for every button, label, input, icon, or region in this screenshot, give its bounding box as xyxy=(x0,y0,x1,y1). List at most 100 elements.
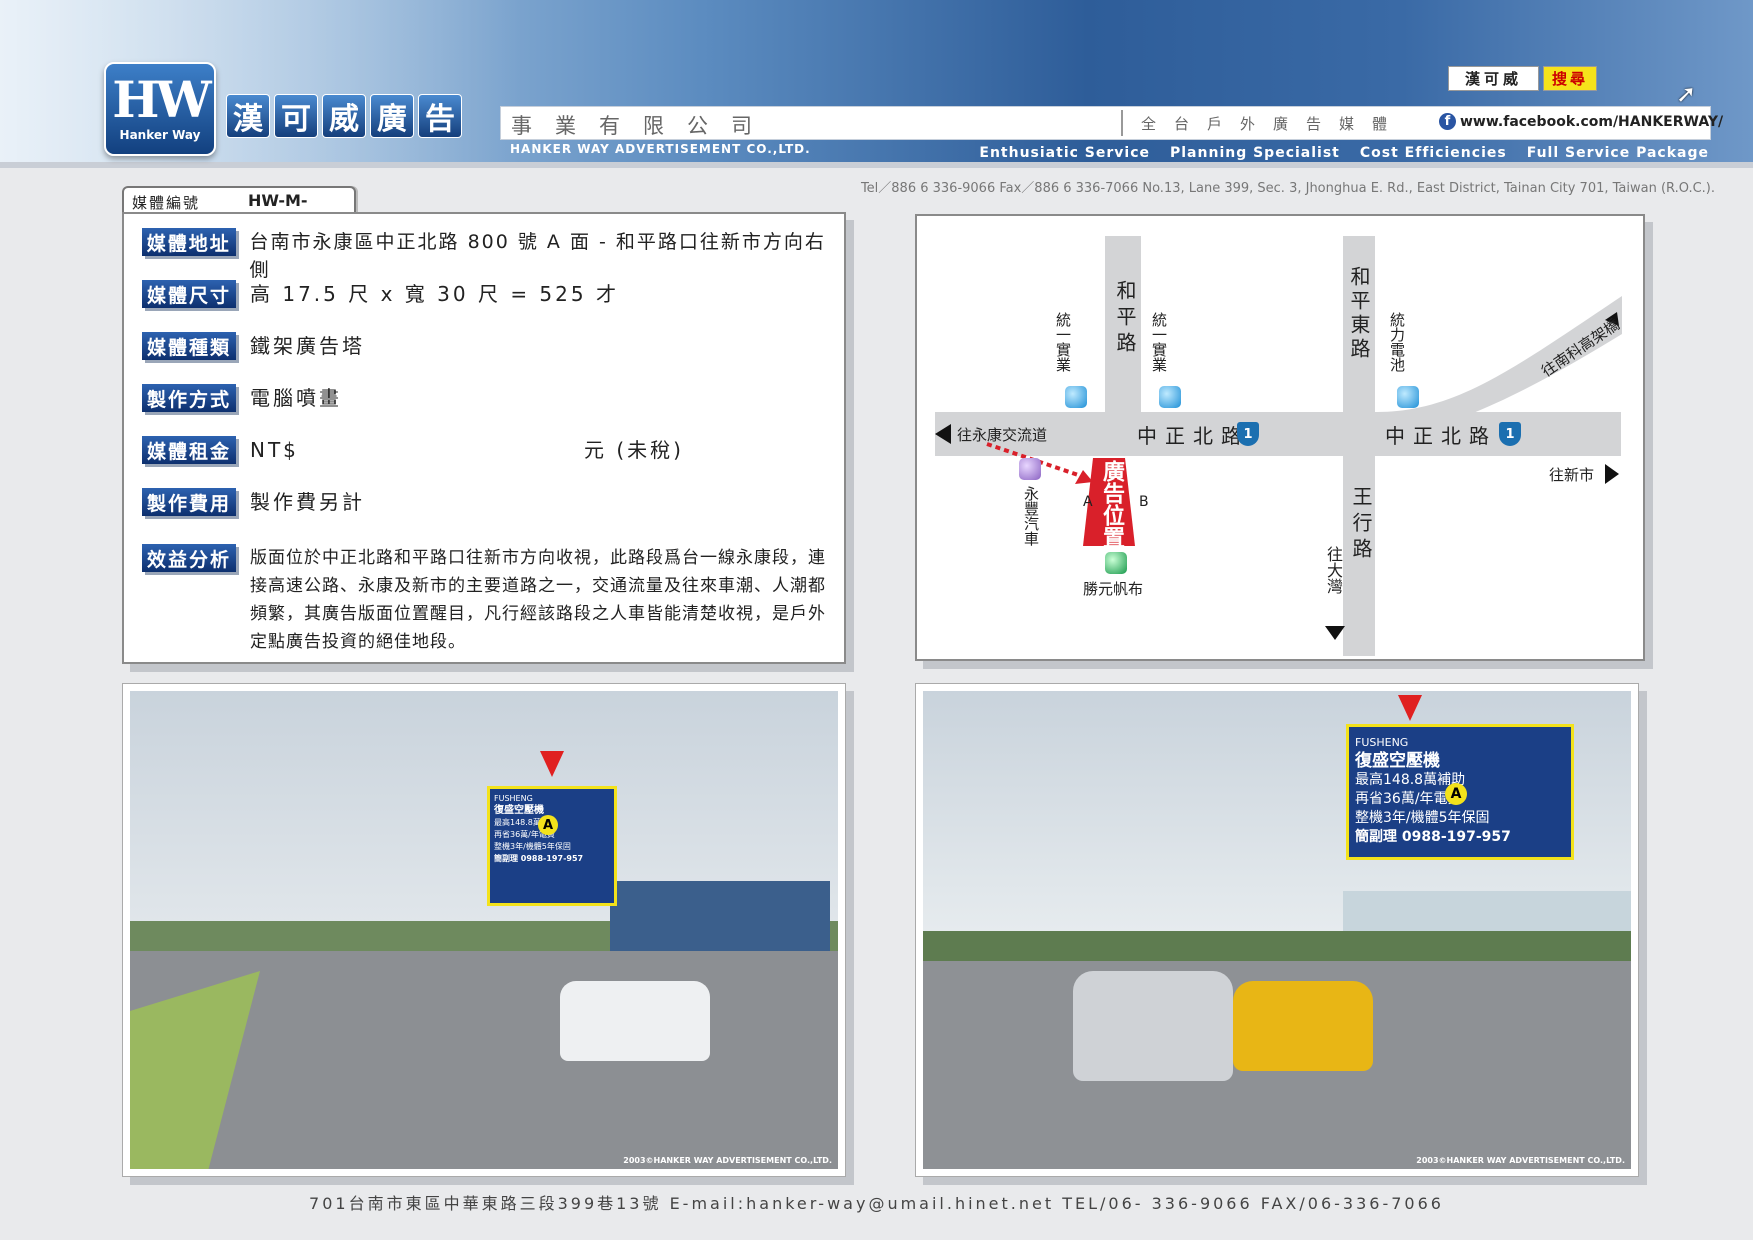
poi-tongyi-2: 統一實業 xyxy=(1150,312,1168,372)
arrow-down-icon xyxy=(540,751,564,777)
info-label: 製作費用 xyxy=(142,488,236,516)
photo-scene: FUSHENG 復盛空壓機 最高148.8萬補助 再省36萬/年電費 整機3年/… xyxy=(923,691,1631,1169)
info-label: 媒體尺寸 xyxy=(142,280,236,308)
info-row-production: 製作方式 電腦噴畫 xyxy=(142,384,342,412)
info-value: 高 17.5 尺 x 寬 30 尺 = 525 才 xyxy=(250,282,619,306)
info-value: 製作費另計 xyxy=(250,490,365,514)
info-label: 製作方式 xyxy=(142,384,236,412)
label-to-xinshi: 往新市 xyxy=(1549,466,1595,484)
info-row-analysis: 效益分析 版面位於中正北路和平路口往新市方向收視，此路段爲台一線永康段，連接高速… xyxy=(142,544,828,656)
info-label: 效益分析 xyxy=(142,544,236,572)
label-to-dawan: 往大灣 xyxy=(1324,546,1343,594)
header-highlight xyxy=(0,0,520,168)
info-label: 媒體地址 xyxy=(142,228,236,256)
label-wangxing-road: 王行路 xyxy=(1349,486,1373,564)
taxi xyxy=(1233,981,1373,1071)
billboard-brand: FUSHENG xyxy=(494,794,533,803)
cursor-icon: ➚ xyxy=(1676,80,1697,108)
media-id-tab: 媒體編號 HW-M-0107A xyxy=(122,186,356,229)
contact-line: Tel／886 6 336-9066 Fax／886 6 336-7066 No… xyxy=(860,181,1715,196)
site-photo-1[interactable]: FUSHENG 復盛空壓機 最高148.8萬補助 再省36萬/年電費 整機3年/… xyxy=(122,683,846,1177)
company-name-bar: 事業有限公司 全台戶外廣告媒體 f www.facebook.com/HANKE… xyxy=(500,106,1723,140)
rent-unit: 元 (未稅) xyxy=(584,438,684,462)
info-row-type: 媒體種類 鐵架廣告塔 xyxy=(142,332,365,360)
slogan: Cost Efficiencies xyxy=(1359,145,1507,161)
billboard-highlight: FUSHENG 復盛空壓機 最高148.8萬補助 再省36萬/年電費 整機3年/… xyxy=(487,786,617,906)
rent-currency: NT$ xyxy=(250,438,299,462)
media-id-label: 媒體編號 xyxy=(132,194,201,212)
facebook-link[interactable]: f www.facebook.com/HANKERWAY/ xyxy=(1439,113,1723,130)
info-label: 媒體種類 xyxy=(142,332,236,360)
billboard-phone: 簡副理 0988-197-957 xyxy=(1355,829,1511,845)
header-divider xyxy=(0,162,1753,168)
billboard-highlight: FUSHENG 復盛空壓機 最高148.8萬補助 再省36萬/年電費 整機3年/… xyxy=(1346,724,1574,860)
media-category: 全台戶外廣告媒體 xyxy=(1141,115,1406,133)
route-shield-icon: 1 xyxy=(1499,422,1521,446)
title-char: 告 xyxy=(418,94,462,138)
poi-battery: 統力電池 xyxy=(1388,312,1406,372)
info-row-address: 媒體地址 台南市永康區中正北路 800 號 A 面 - 和平路口往新市方向右側 xyxy=(142,228,844,284)
label-to-yongkang: 往永康交流道 xyxy=(957,426,1048,444)
slogan: Enthusiatic Service xyxy=(979,145,1150,161)
site-photo-2[interactable]: FUSHENG 復盛空壓機 最高148.8萬補助 再省36萬/年電費 整機3年/… xyxy=(915,683,1639,1177)
poi-yongfeng: 永豐汽車 xyxy=(1022,486,1040,546)
facebook-url: www.facebook.com/HANKERWAY/ xyxy=(1460,113,1724,130)
logo-subtext: Hanker Way xyxy=(119,128,201,142)
poi-marker-icon xyxy=(1105,552,1127,574)
billboard-line: 整機3年/機體5年保固 xyxy=(1355,810,1490,826)
label-heping-road: 和平路 xyxy=(1113,280,1137,358)
car xyxy=(1073,971,1233,1081)
face-a-label: A xyxy=(1083,494,1093,510)
arrow-down-icon xyxy=(1398,695,1422,721)
arrow-left-icon xyxy=(935,424,951,444)
photo-scene: FUSHENG 復盛空壓機 最高148.8萬補助 再省36萬/年電費 整機3年/… xyxy=(130,691,838,1169)
billboard-title: 復盛空壓機 xyxy=(1355,751,1440,771)
company-name-en: HANKER WAY ADVERTISEMENT CO.,LTD. xyxy=(510,142,811,156)
label-zhongzheng-2: 中正北路 xyxy=(1385,424,1497,448)
face-marker: A xyxy=(1445,783,1467,805)
billboard-line: 整機3年/機體5年保固 xyxy=(494,842,571,851)
header-search-group: 漢可威 搜尋 xyxy=(1447,66,1597,91)
info-value: 鐵架廣告塔 xyxy=(250,334,365,358)
arrow-down-icon xyxy=(1325,626,1345,640)
title-char: 可 xyxy=(274,94,318,138)
face-marker: A xyxy=(538,815,558,835)
billboard-phone: 簡副理 0988-197-957 xyxy=(494,854,584,863)
title-char: 漢 xyxy=(226,94,270,138)
arrow-right-icon xyxy=(1605,464,1619,484)
poi-shengyuan: 勝元帆布 xyxy=(1083,580,1144,598)
logo-text: HW xyxy=(112,70,211,129)
slogan: Full Service Package xyxy=(1526,145,1709,161)
info-value: 電腦噴畫 xyxy=(250,386,342,410)
bar-separator xyxy=(1121,110,1123,136)
company-title-cn: 漢 可 威 廣 告 xyxy=(226,94,462,138)
info-label: 媒體租金 xyxy=(142,436,236,464)
search-button[interactable]: 搜尋 xyxy=(1542,66,1597,91)
car xyxy=(560,981,710,1061)
billboard-brand: FUSHENG xyxy=(1355,736,1409,749)
poi-tongyi-1: 統一實業 xyxy=(1054,312,1072,372)
info-value: 台南市永康區中正北路 800 號 A 面 - 和平路口往新市方向右側 xyxy=(249,231,826,281)
info-row-size: 媒體尺寸 高 17.5 尺 x 寬 30 尺 = 525 才 xyxy=(142,280,619,308)
info-value: 版面位於中正北路和平路口往新市方向收視，此路段爲台一線永康段，連接高速公路、永康… xyxy=(250,548,826,652)
route-shield-icon: 1 xyxy=(1237,422,1259,446)
poi-marker-icon xyxy=(1159,386,1181,408)
label-zhongzheng-1: 中正北路 xyxy=(1137,424,1249,448)
footer-contact: 701台南市東區中華東路三段399巷13號 E-mail:hanker-way@… xyxy=(309,1194,1444,1213)
poi-marker-icon xyxy=(1065,386,1087,408)
brand-search-term[interactable]: 漢可威 xyxy=(1447,66,1539,91)
info-row-production-fee: 製作費用 製作費另計 xyxy=(142,488,365,516)
billboard: FUSHENG 復盛空壓機 最高148.8萬補助 再省36萬/年電費 整機3年/… xyxy=(490,789,614,903)
location-map: 和平路 和平東路 王行路 往大灣 中正北路 1 中正北路 1 往永康交流道 往新… xyxy=(915,214,1645,661)
photo-copyright: 2003©HANKER WAY ADVERTISEMENT CO.,LTD. xyxy=(623,1156,832,1165)
info-value: NT$ 元 (未稅) xyxy=(250,436,810,464)
slogan-list: Enthusiatic Service Planning Specialist … xyxy=(979,145,1709,161)
company-logo[interactable]: HW Hanker Way xyxy=(104,62,216,156)
road-expressway xyxy=(1377,296,1622,432)
label-heping-east-road: 和平東路 xyxy=(1347,266,1371,362)
slogan: Planning Specialist xyxy=(1170,145,1340,161)
facebook-icon: f xyxy=(1439,113,1456,130)
ad-position-label: 廣告位置 xyxy=(1099,460,1124,548)
media-info-panel: 媒體地址 台南市永康區中正北路 800 號 A 面 - 和平路口往新市方向右側 … xyxy=(122,212,846,664)
company-type: 事業有限公司 xyxy=(511,114,775,138)
